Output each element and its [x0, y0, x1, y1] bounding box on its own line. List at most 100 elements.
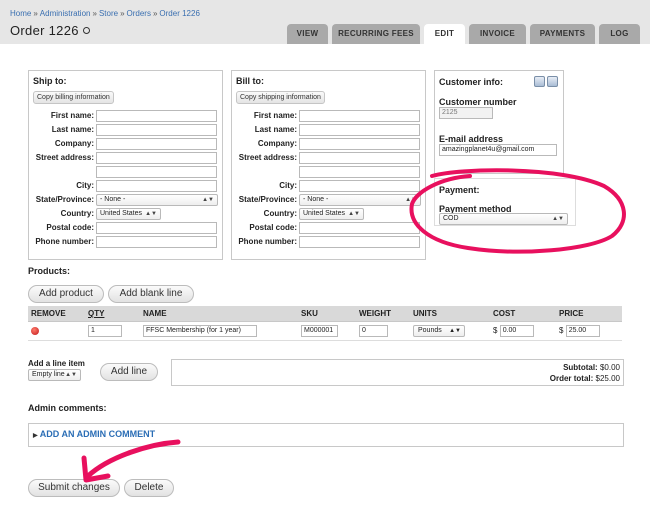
copy-billing-button[interactable]: Copy billing information — [33, 91, 114, 104]
remove-cell — [28, 321, 85, 341]
breadcrumb-orders[interactable]: Orders — [127, 9, 151, 18]
add-line-button[interactable]: Add line — [100, 363, 158, 381]
ship-state-select[interactable]: - None - ▲▼ — [96, 194, 218, 206]
state-label: State/Province: — [238, 195, 297, 204]
submit-arrow-head — [81, 455, 111, 483]
ship-first-name-input[interactable] — [96, 110, 217, 122]
line-item-type-select[interactable]: Empty line ▲▼ — [28, 369, 81, 381]
bill-street1-input[interactable] — [299, 152, 420, 164]
select-arrows-icon: ▲▼ — [449, 328, 461, 334]
page-title: Order 1226 — [10, 23, 79, 38]
ship-last-name-input[interactable] — [96, 124, 217, 136]
tab-view[interactable]: VIEW — [287, 24, 328, 44]
units-value: Pounds — [418, 327, 442, 334]
weight-cell: 0 — [356, 321, 410, 341]
ship-phone-input[interactable] — [96, 236, 217, 248]
payment-title: Payment: — [439, 185, 480, 195]
add-blank-line-button[interactable]: Add blank line — [108, 285, 194, 303]
price-currency: $ — [559, 326, 564, 336]
customer-number-field: 2125 — [439, 107, 493, 119]
payment-method-value: COD — [443, 215, 459, 222]
tab-edit[interactable]: EDIT — [424, 24, 465, 44]
add-admin-comment-label: ADD AN ADMIN COMMENT — [39, 429, 156, 439]
price-input[interactable]: 25.00 — [565, 325, 600, 337]
table-header-row: REMOVE QTY NAME SKU WEIGHT UNITS COST PR… — [28, 306, 622, 322]
remove-icon[interactable] — [31, 327, 39, 336]
totals-panel: Subtotal: $0.00 Order total: $25.00 — [171, 359, 624, 386]
copy-shipping-button[interactable]: Copy shipping information — [236, 91, 325, 104]
bill-country-select[interactable]: United States ▲▼ — [299, 208, 364, 220]
sku-cell: M000001 — [298, 321, 356, 341]
email-field[interactable]: amazingplanet4u@gmail.com — [439, 144, 557, 156]
bill-postal-input[interactable] — [299, 222, 420, 234]
add-admin-comment-link[interactable]: ▶ ADD AN ADMIN COMMENT — [33, 429, 155, 439]
breadcrumb: Home» Administration» Store» Orders» Order 1… — [10, 9, 200, 18]
bill-first-name-input[interactable] — [299, 110, 420, 122]
bill-street2-input[interactable] — [299, 166, 420, 178]
country-label: Country: — [263, 209, 297, 218]
ship-postal-input[interactable] — [96, 222, 217, 234]
tab-recurring-fees[interactable]: RECURRING FEES — [332, 24, 420, 44]
ship-city-input[interactable] — [96, 180, 217, 192]
breadcrumb-administration[interactable]: Administration — [40, 9, 91, 18]
first-name-label: First name: — [50, 111, 94, 120]
ship-country-select[interactable]: United States ▲▼ — [96, 208, 161, 220]
add-line-item-label: Add a line item — [28, 359, 85, 368]
price-cell: $ 25.00 — [556, 321, 622, 341]
sku-input[interactable]: M000001 — [301, 325, 338, 337]
bill-last-name-input[interactable] — [299, 124, 420, 136]
breadcrumb-store[interactable]: Store — [99, 9, 118, 18]
customer-new-icon[interactable] — [547, 76, 558, 87]
add-product-button[interactable]: Add product — [28, 285, 104, 303]
ship-street1-input[interactable] — [96, 152, 217, 164]
bill-city-input[interactable] — [299, 180, 420, 192]
select-arrows-icon: ▲▼ — [65, 372, 77, 378]
ship-to-title: Ship to: — [33, 76, 67, 86]
order-total-label: Order total: — [549, 374, 594, 383]
page-header: Home» Administration» Store» Orders» Order 1… — [0, 0, 650, 44]
bill-state-select[interactable]: - None - ▲▼ — [299, 194, 421, 206]
customer-number-label: Customer number — [439, 97, 517, 107]
cost-cell: $ 0.00 — [490, 321, 556, 341]
last-name-label: Last name: — [254, 125, 297, 134]
customer-search-icon[interactable] — [534, 76, 545, 87]
col-qty[interactable]: QTY — [85, 306, 140, 322]
breadcrumb-order[interactable]: Order 1226 — [159, 9, 199, 18]
submit-changes-button[interactable]: Submit changes — [28, 479, 120, 497]
cost-currency: $ — [493, 326, 498, 336]
email-address-label: E-mail address — [439, 134, 504, 144]
qty-input[interactable]: 1 — [88, 325, 122, 337]
bill-to-title: Bill to: — [236, 76, 264, 86]
delete-button[interactable]: Delete — [124, 479, 174, 497]
bill-company-input[interactable] — [299, 138, 420, 150]
ship-country-value: United States — [100, 210, 143, 217]
tab-invoice[interactable]: INVOICE — [469, 24, 526, 44]
bill-phone-input[interactable] — [299, 236, 420, 248]
payment-panel: Payment: Payment method COD ▲▼ — [434, 178, 576, 226]
products-title: Products: — [28, 266, 71, 276]
name-input[interactable]: FFSC Membership (for 1 year) — [143, 325, 257, 337]
settings-gear-icon[interactable] — [83, 27, 90, 34]
units-select[interactable]: Pounds ▲▼ — [413, 325, 465, 337]
postal-code-label: Postal code: — [249, 223, 297, 232]
expand-triangle-icon: ▶ — [33, 433, 38, 439]
weight-input[interactable]: 0 — [359, 325, 388, 337]
phone-number-label: Phone number: — [238, 237, 297, 246]
tab-payments[interactable]: PAYMENTS — [530, 24, 595, 44]
col-sku: SKU — [298, 306, 356, 322]
breadcrumb-home[interactable]: Home — [10, 9, 31, 18]
ship-company-input[interactable] — [96, 138, 217, 150]
company-label: Company: — [54, 139, 94, 148]
cost-input[interactable]: 0.00 — [499, 325, 534, 337]
line-item-type-value: Empty line — [32, 371, 65, 378]
tab-log[interactable]: LOG — [599, 24, 640, 44]
select-arrows-icon: ▲▼ — [552, 216, 564, 222]
col-cost: COST — [490, 306, 556, 322]
order-total-line: Order total: $25.00 — [550, 374, 620, 383]
col-units: UNITS — [410, 306, 490, 322]
payment-method-select[interactable]: COD ▲▼ — [439, 213, 568, 225]
col-weight: WEIGHT — [356, 306, 410, 322]
ship-street2-input[interactable] — [96, 166, 217, 178]
first-name-label: First name: — [253, 111, 297, 120]
qty-cell: 1 — [85, 321, 140, 341]
